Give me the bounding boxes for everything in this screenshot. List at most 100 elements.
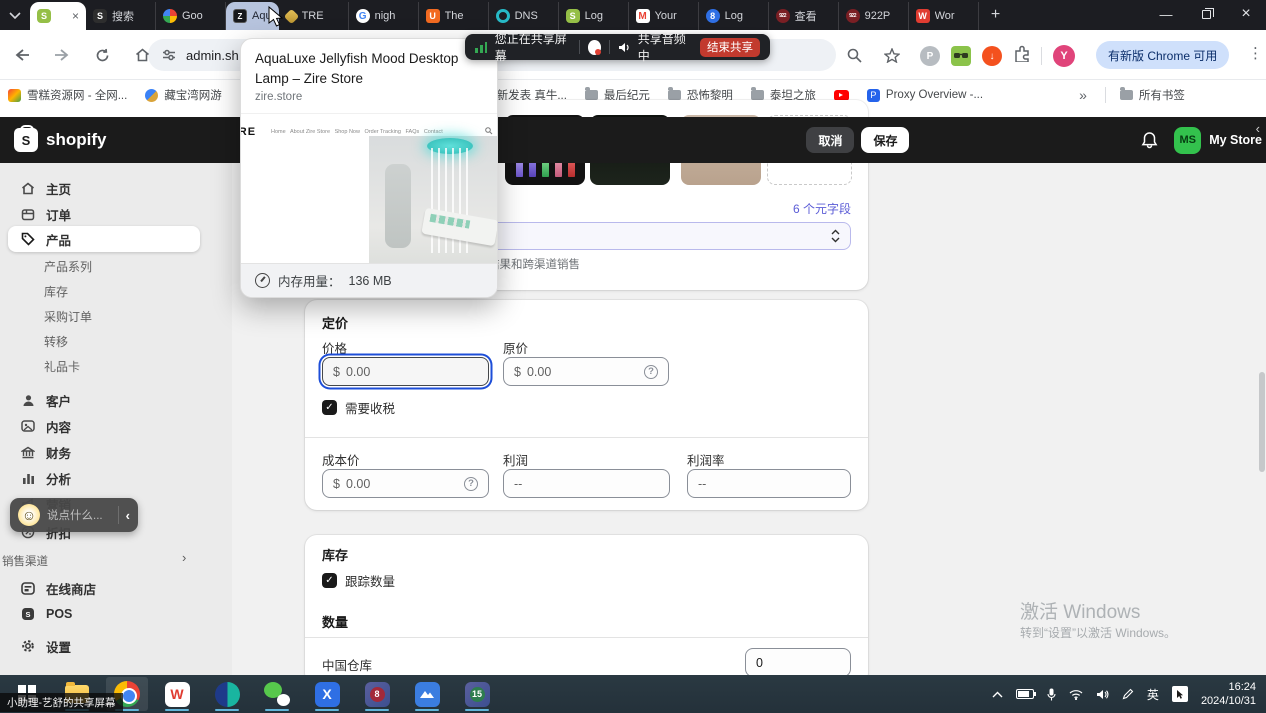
margin-input[interactable]: -- xyxy=(687,469,851,498)
collapse-chevron-icon[interactable]: ‹ xyxy=(1256,121,1260,136)
wps-button[interactable]: W xyxy=(156,677,198,711)
price-input[interactable]: $ 0.00 xyxy=(322,357,489,386)
browser-tab-active[interactable]: S × xyxy=(30,2,86,30)
wechat-button[interactable] xyxy=(256,677,298,711)
chrome-update-chip[interactable]: 有新版 Chrome 可用 xyxy=(1096,41,1229,69)
bookmark-item[interactable]: 藏宝湾网游 xyxy=(145,87,222,103)
teal-app-button[interactable] xyxy=(206,677,248,711)
wifi-icon[interactable] xyxy=(1069,689,1083,700)
shopify-logo[interactable]: S shopify xyxy=(14,128,106,152)
bookmark-item[interactable]: P Proxy Overview -... xyxy=(867,89,983,102)
sidebar-item-online-store[interactable]: 在线商店 xyxy=(8,575,200,601)
warehouse-label: 中国仓库 xyxy=(322,655,372,674)
sales-channels-heading[interactable]: 销售渠道 xyxy=(2,553,48,569)
help-icon[interactable]: ? xyxy=(464,477,478,491)
sidebar-item-analytics[interactable]: 分析 xyxy=(8,465,200,491)
quantity-input[interactable]: 0 xyxy=(745,648,851,677)
sidebar-item-orders[interactable]: 订单 xyxy=(8,201,200,227)
extensions-puzzle-button[interactable] xyxy=(1013,45,1030,67)
bookmark-item[interactable]: 雪糕资源网 - 全网... xyxy=(8,87,127,103)
chat-input-placeholder[interactable]: 说点什么... xyxy=(47,507,111,523)
forward-button[interactable] xyxy=(48,41,76,69)
window-minimize-button[interactable]: — xyxy=(1146,0,1186,28)
sidebar-item-customers[interactable]: 客户 xyxy=(8,387,200,413)
sidebar-item-inventory[interactable]: 库存 xyxy=(44,283,68,300)
tab-close-icon[interactable]: × xyxy=(72,9,79,23)
volume-icon[interactable] xyxy=(1096,689,1109,700)
widget-collapse-icon[interactable]: ‹ xyxy=(126,508,130,523)
notification-bell-icon[interactable] xyxy=(1141,131,1158,149)
battery-icon[interactable] xyxy=(1016,689,1034,699)
x-app-button[interactable]: X xyxy=(306,677,348,711)
browser-tab[interactable]: TRE xyxy=(279,2,349,30)
browser-tab[interactable]: M Your xyxy=(629,2,699,30)
bookmark-star-button[interactable] xyxy=(878,41,906,69)
sidebar-item-content[interactable]: 内容 xyxy=(8,413,200,439)
charge-tax-checkbox-row[interactable]: ✓ 需要收税 xyxy=(322,398,395,417)
bookmark-youtube[interactable] xyxy=(834,90,849,101)
back-button[interactable] xyxy=(8,41,36,69)
extension-downloader-icon[interactable]: ↓ xyxy=(982,46,1002,66)
all-bookmarks-folder[interactable]: 所有书签 xyxy=(1120,87,1185,103)
cost-input[interactable]: $ 0.00 ? xyxy=(322,469,489,498)
sidebar-item-pos[interactable]: S POS xyxy=(8,601,200,627)
stop-sharing-button[interactable]: 结束共享 xyxy=(700,38,760,57)
reload-button[interactable] xyxy=(88,41,116,69)
shopify-favicon: S xyxy=(93,9,107,23)
touch-keyboard-icon[interactable] xyxy=(1172,686,1188,702)
sidebar-item-finance[interactable]: 财务 xyxy=(8,439,200,465)
preview-footer: 内存用量： 136 MB xyxy=(241,263,498,297)
zoom-button[interactable] xyxy=(840,41,868,69)
window-close-button[interactable]: × xyxy=(1226,0,1266,28)
scrollbar-thumb[interactable] xyxy=(1259,372,1265,472)
new-tab-button[interactable]: + xyxy=(983,2,1009,28)
browser-tab[interactable]: 922 922P xyxy=(839,2,909,30)
track-quantity-checkbox-row[interactable]: ✓ 跟踪数量 xyxy=(322,571,395,590)
tab-search-button[interactable] xyxy=(0,0,30,30)
save-button[interactable]: 保存 xyxy=(861,127,909,153)
browser-tab[interactable]: U The xyxy=(419,2,489,30)
sales-channels-chevron-icon[interactable]: › xyxy=(182,550,186,565)
sidebar-item-collections[interactable]: 产品系列 xyxy=(44,258,92,275)
extension-translator-icon[interactable]: P xyxy=(920,46,940,66)
browser-tab[interactable]: 8 Log xyxy=(699,2,769,30)
meeting-app-button[interactable]: 8 xyxy=(356,677,398,711)
sidebar-item-home[interactable]: 主页 xyxy=(8,175,200,201)
store-menu[interactable]: MS My Store xyxy=(1174,127,1262,154)
browser-tab[interactable]: DNS xyxy=(489,2,559,30)
pen-icon[interactable] xyxy=(1122,688,1134,700)
help-icon[interactable]: ? xyxy=(644,365,658,379)
browser-tab[interactable]: S 搜索 xyxy=(86,2,156,30)
metafields-link[interactable]: 6 个元字段 xyxy=(793,200,851,217)
browser-tab[interactable]: S Log xyxy=(559,2,629,30)
sidebar-item-transfers[interactable]: 转移 xyxy=(44,333,68,350)
taskbar-clock[interactable]: 16:24 2024/10/31 xyxy=(1201,680,1256,709)
tray-expand-icon[interactable] xyxy=(992,691,1003,698)
browser-tab[interactable]: G nigh xyxy=(349,2,419,30)
cost-label: 成本价 xyxy=(322,450,360,469)
browser-tab[interactable]: Goo xyxy=(156,2,226,30)
checkbox-checked-icon[interactable]: ✓ xyxy=(322,400,337,415)
sidebar-item-gift-cards[interactable]: 礼品卡 xyxy=(44,358,80,375)
screenshare-chat-widget[interactable]: ☺ 说点什么... ‹ xyxy=(10,498,138,532)
browser-tab[interactable]: W Wor xyxy=(909,2,979,30)
window-restore-button[interactable] xyxy=(1186,0,1226,28)
browser-tab[interactable]: 922 查看 xyxy=(769,2,839,30)
cancel-button[interactable]: 取消 xyxy=(806,127,854,153)
input-language-indicator[interactable]: 英 xyxy=(1147,686,1159,703)
bookmarks-overflow-button[interactable]: » xyxy=(1079,87,1087,103)
extension-adblock-icon[interactable] xyxy=(951,46,971,66)
mountain-app-button[interactable] xyxy=(406,677,448,711)
sidebar-label: 内容 xyxy=(46,417,71,436)
checkbox-checked-icon[interactable]: ✓ xyxy=(322,573,337,588)
calendar-app-button[interactable]: 15 xyxy=(456,677,498,711)
compare-price-input[interactable]: $ 0.00 ? xyxy=(503,357,669,386)
microphone-icon[interactable] xyxy=(1047,688,1056,701)
profit-input[interactable]: -- xyxy=(503,469,670,498)
profile-avatar[interactable]: Y xyxy=(1053,45,1075,67)
sidebar-item-purchase-orders[interactable]: 采购订单 xyxy=(44,308,92,325)
browser-menu-icon[interactable]: ⋮ xyxy=(1248,44,1263,62)
sidebar-item-products[interactable]: 产品 xyxy=(8,226,200,252)
sidebar-item-settings[interactable]: 设置 xyxy=(8,633,200,659)
home-button[interactable] xyxy=(128,41,156,69)
